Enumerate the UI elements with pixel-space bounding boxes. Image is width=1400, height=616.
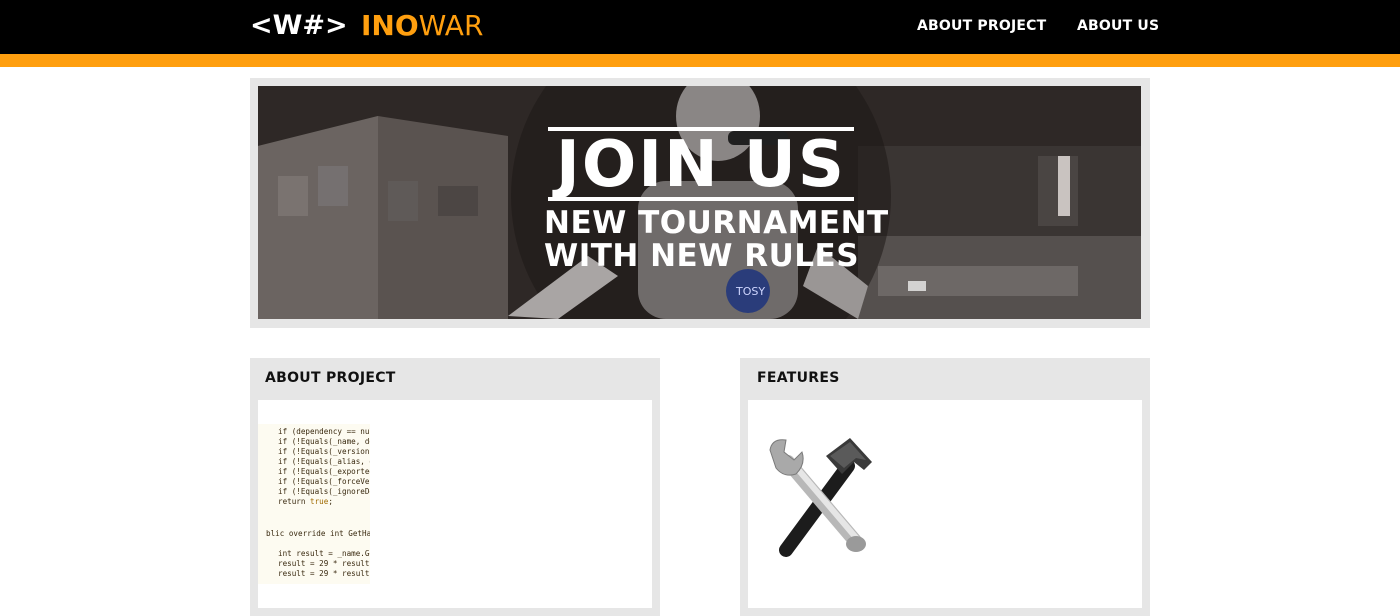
code-line: if (!Equals(_forceVer: [278, 477, 370, 486]
code-line: if (dependency == nul: [278, 427, 370, 436]
hero-title: JOIN US: [556, 128, 846, 202]
hero-banner[interactable]: TOSY: [258, 86, 1141, 319]
code-line: return true;: [278, 497, 333, 506]
code-line: if (!Equals(_ignoreDe: [278, 487, 370, 496]
brand-logo[interactable]: INOWAR: [361, 8, 483, 44]
about-project-title: ABOUT PROJECT: [265, 370, 396, 386]
brand-name-light: WAR: [418, 9, 484, 42]
hero-rule-bottom: [548, 197, 854, 201]
about-project-card: ABOUT PROJECT if (dependency == nul if (…: [250, 358, 660, 616]
features-title: FEATURES: [757, 370, 840, 386]
code-line: result = 29 * result: [278, 559, 370, 568]
logo-mark[interactable]: <W#>: [250, 8, 348, 44]
brand-name-bold: INO: [361, 9, 419, 42]
hero-subtitle-line1: NEW TOURNAMENT: [544, 205, 889, 241]
code-snippet-image: if (dependency == nul if (!Equals(_name,…: [258, 424, 370, 584]
about-project-body: if (dependency == nul if (!Equals(_name,…: [258, 400, 652, 608]
code-line: if (!Equals(_exported: [278, 467, 370, 476]
code-line: if (!Equals(_name, de: [278, 437, 370, 446]
code-line: if (!Equals(_version,: [278, 447, 370, 456]
nav-about-us[interactable]: ABOUT US: [1077, 16, 1159, 36]
top-nav-bar: [0, 0, 1400, 54]
code-line: blic override int GetHa: [266, 529, 370, 538]
wrench-hammer-icon: [769, 438, 872, 557]
robot-chest-badge: TOSY: [735, 285, 765, 298]
features-body: [748, 400, 1142, 608]
features-card: FEATURES: [740, 358, 1150, 616]
hero-robot-illustration: TOSY: [258, 86, 1141, 319]
code-line: result = 29 * result: [278, 569, 370, 578]
accent-strip: [0, 54, 1400, 67]
hero-subtitle-line2: WITH NEW RULES: [544, 238, 860, 274]
nav-about-project[interactable]: ABOUT PROJECT: [917, 16, 1046, 36]
code-line: if (!Equals(_alias, d: [278, 457, 370, 466]
code-line: int result = _name.Ge: [278, 549, 370, 558]
